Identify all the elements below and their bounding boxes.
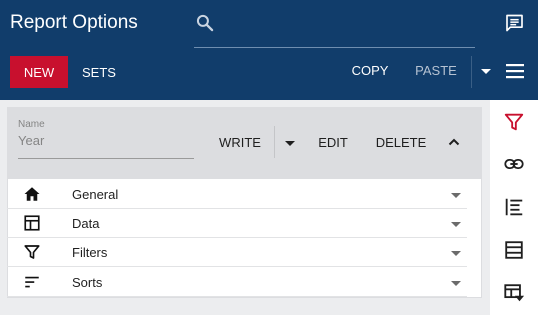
section-label: General <box>72 187 119 202</box>
chevron-down-icon[interactable] <box>450 189 462 201</box>
home-icon <box>24 187 40 201</box>
chevron-down-icon[interactable] <box>450 277 462 289</box>
name-field-label: Name <box>18 119 45 130</box>
copy-button[interactable]: COPY <box>344 54 396 86</box>
hamburger-menu-icon[interactable] <box>505 62 525 80</box>
new-button[interactable]: NEW <box>10 56 68 88</box>
chevron-down-icon[interactable] <box>450 247 462 259</box>
paste-button[interactable]: PASTE <box>408 54 464 86</box>
section-data[interactable]: Data <box>7 209 467 238</box>
panel-divider <box>274 126 275 158</box>
page-title: Report Options <box>10 12 138 33</box>
filter-icon[interactable] <box>503 111 525 133</box>
edit-button[interactable]: EDIT <box>310 128 356 156</box>
name-field[interactable]: Year <box>18 133 44 148</box>
table-filter-icon[interactable] <box>503 282 525 304</box>
chevron-down-icon[interactable] <box>450 218 462 230</box>
section-general[interactable]: General <box>7 180 467 209</box>
section-sorts[interactable]: Sorts <box>7 268 467 297</box>
search-input[interactable] <box>194 47 475 48</box>
chevron-down-icon[interactable] <box>282 135 298 151</box>
section-label: Data <box>72 216 100 231</box>
section-filters[interactable]: Filters <box>7 238 467 267</box>
sets-button[interactable]: SETS <box>73 56 125 88</box>
search-icon[interactable] <box>195 13 215 33</box>
section-label: Filters <box>72 245 108 260</box>
section-label: Sorts <box>72 275 103 290</box>
table-layout-icon <box>24 215 40 231</box>
toolbar-divider <box>471 56 472 88</box>
write-button[interactable]: WRITE <box>210 128 270 156</box>
indent-list-icon[interactable] <box>503 196 525 218</box>
chevron-down-icon[interactable] <box>478 63 494 79</box>
delete-button[interactable]: DELETE <box>370 128 432 156</box>
filter-icon <box>24 245 40 259</box>
sort-icon <box>25 276 39 288</box>
list-view-icon[interactable] <box>503 239 525 261</box>
name-field-underline <box>18 158 194 159</box>
chevron-up-icon[interactable] <box>446 134 462 150</box>
chat-icon[interactable] <box>504 13 525 33</box>
link-icon[interactable] <box>503 153 525 175</box>
